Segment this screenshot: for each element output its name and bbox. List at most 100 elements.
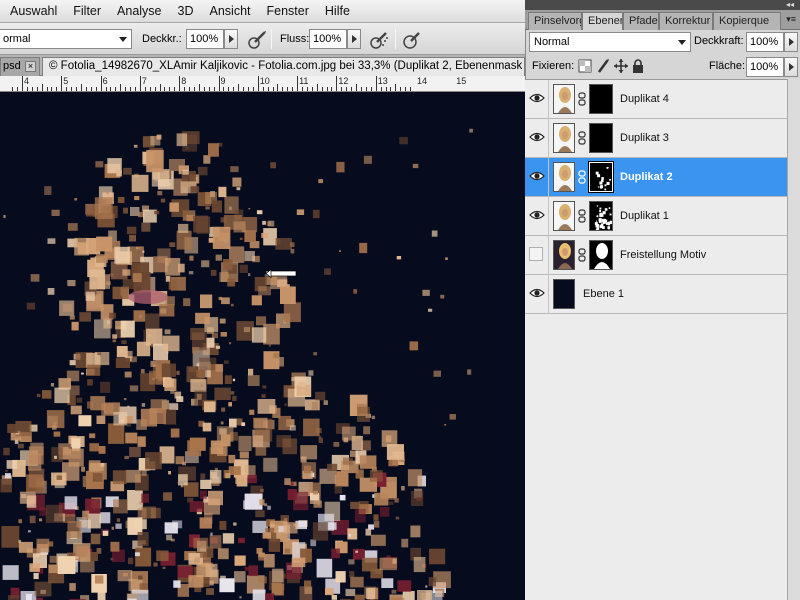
menu-hilfe[interactable]: Hilfe (317, 4, 358, 18)
layer-opacity-stepper[interactable] (784, 32, 798, 52)
dispersion-fragment (260, 488, 264, 493)
dispersion-fragment (28, 468, 45, 488)
mask-link-icon[interactable] (578, 131, 586, 145)
visibility-toggle[interactable] (525, 80, 549, 119)
layer-row[interactable]: Duplikat 1 (525, 197, 787, 236)
ruler-tick (110, 87, 112, 91)
blend-mode-dropdown[interactable]: Normal (529, 32, 691, 52)
visibility-toggle[interactable] (525, 158, 549, 197)
flow-stepper[interactable] (347, 29, 361, 49)
ruler-tick (193, 87, 195, 91)
layer-thumbnail[interactable] (553, 201, 575, 231)
dispersion-fragment (263, 457, 278, 472)
tablet-pressure-icon[interactable] (400, 28, 422, 50)
flow-label: Fluss: (280, 33, 310, 45)
ruler-tick (277, 84, 279, 91)
menu-fenster[interactable]: Fenster (259, 4, 317, 18)
dispersion-fragment (379, 557, 397, 571)
layer-thumbnail[interactable] (553, 84, 575, 114)
dispersion-fragment (145, 452, 162, 470)
dispersion-fragment (141, 222, 151, 232)
tab-pfade[interactable]: Pfade (623, 12, 659, 30)
ruler-tick (375, 76, 377, 91)
layer-mask-thumbnail[interactable] (589, 240, 613, 270)
visibility-toggle[interactable] (525, 236, 549, 275)
dispersion-fragment (233, 221, 246, 233)
menu-auswahl[interactable]: Auswahl (2, 4, 65, 18)
visibility-toggle[interactable] (525, 275, 549, 314)
menu-ansicht[interactable]: Ansicht (202, 4, 259, 18)
dispersion-fragment (18, 539, 22, 543)
layer-thumbnail[interactable] (553, 123, 575, 153)
lock-all-icon[interactable] (632, 59, 644, 73)
mask-link-icon[interactable] (578, 248, 586, 262)
dispersion-fragment (215, 345, 220, 349)
dispersion-fragment (252, 589, 266, 600)
layer-row[interactable]: Duplikat 4 (525, 80, 787, 119)
menu-3d[interactable]: 3D (170, 4, 202, 18)
fill-input[interactable]: 100% (746, 57, 784, 77)
layer-row[interactable]: Ebene 1 (525, 275, 787, 314)
mask-link-icon[interactable] (578, 170, 586, 184)
tab-kopierquelle[interactable]: Kopierque (713, 12, 781, 30)
layer-mask-thumbnail[interactable] (588, 161, 614, 193)
menu-analyse[interactable]: Analyse (109, 4, 169, 18)
layer-thumbnail[interactable] (553, 162, 575, 192)
tab-previous-document[interactable]: psd × (0, 57, 40, 76)
dispersion-fragment (94, 197, 113, 220)
opacity-stepper[interactable] (224, 29, 238, 49)
dispersion-fragment (336, 161, 345, 173)
dispersion-fragment (371, 415, 376, 420)
visibility-toggle[interactable] (525, 197, 549, 236)
dispersion-fragment (241, 422, 246, 426)
tab-active-document[interactable]: © Fotolia_14982670_XLAmir Kaljikovic - F… (42, 57, 525, 77)
dispersion-fragment (133, 144, 138, 148)
dispersion-fragment (128, 557, 134, 565)
menu-filter[interactable]: Filter (65, 4, 109, 18)
layer-row[interactable]: Duplikat 3 (525, 119, 787, 158)
lock-position-icon[interactable] (614, 59, 628, 73)
fill-stepper[interactable] (784, 57, 798, 77)
dispersion-fragment (373, 521, 380, 528)
dispersion-fragment (196, 369, 206, 378)
layer-thumbnail[interactable] (553, 240, 575, 270)
dispersion-fragment (87, 513, 101, 529)
dispersion-fragment (232, 378, 236, 382)
lock-pixels-icon[interactable] (596, 58, 610, 74)
dispersion-fragment (304, 465, 311, 474)
airbrush-icon[interactable] (367, 28, 389, 50)
dispersion-fragment (51, 447, 63, 462)
layer-row[interactable]: Freistellung Motiv (525, 236, 787, 275)
tab-pinselvorgaben[interactable]: Pinselvorg (528, 12, 582, 30)
visibility-toggle[interactable] (525, 119, 549, 158)
ruler-tick (134, 87, 136, 91)
mode-dropdown[interactable]: ormal (0, 29, 132, 49)
mask-link-icon[interactable] (578, 92, 586, 106)
layer-thumbnail[interactable] (553, 279, 575, 309)
dispersion-fragment (391, 589, 397, 594)
dispersion-fragment (296, 209, 305, 215)
ruler-number: 5 (63, 76, 69, 86)
dispersion-fragment (145, 313, 160, 329)
dispersion-fragment (232, 177, 242, 187)
tab-ebenen[interactable]: Ebenen (582, 12, 623, 30)
opacity-input[interactable]: 100% (186, 29, 224, 49)
dispersion-fragment (87, 401, 94, 409)
document-canvas[interactable] (0, 92, 525, 600)
tab-korrekturen[interactable]: Korrektur (659, 12, 713, 30)
layer-mask-thumbnail[interactable] (589, 123, 613, 153)
panel-menu-icon[interactable]: ▾≡ (786, 14, 796, 25)
layer-list-scrollbar[interactable] (787, 79, 800, 600)
mask-link-icon[interactable] (578, 209, 586, 223)
layer-mask-thumbnail[interactable] (589, 201, 613, 231)
dispersion-fragment (394, 498, 399, 503)
close-icon[interactable]: × (25, 61, 36, 72)
flow-input[interactable]: 100% (309, 29, 347, 49)
dispersion-fragment (239, 237, 243, 240)
collapse-icon[interactable]: ◂◂ (786, 0, 794, 10)
lock-transparency-icon[interactable] (578, 59, 592, 73)
brush-pressure-icon[interactable] (245, 28, 267, 50)
layer-row[interactable]: Duplikat 2 (525, 158, 787, 197)
layer-mask-thumbnail[interactable] (589, 84, 613, 114)
layer-opacity-input[interactable]: 100% (746, 32, 784, 52)
